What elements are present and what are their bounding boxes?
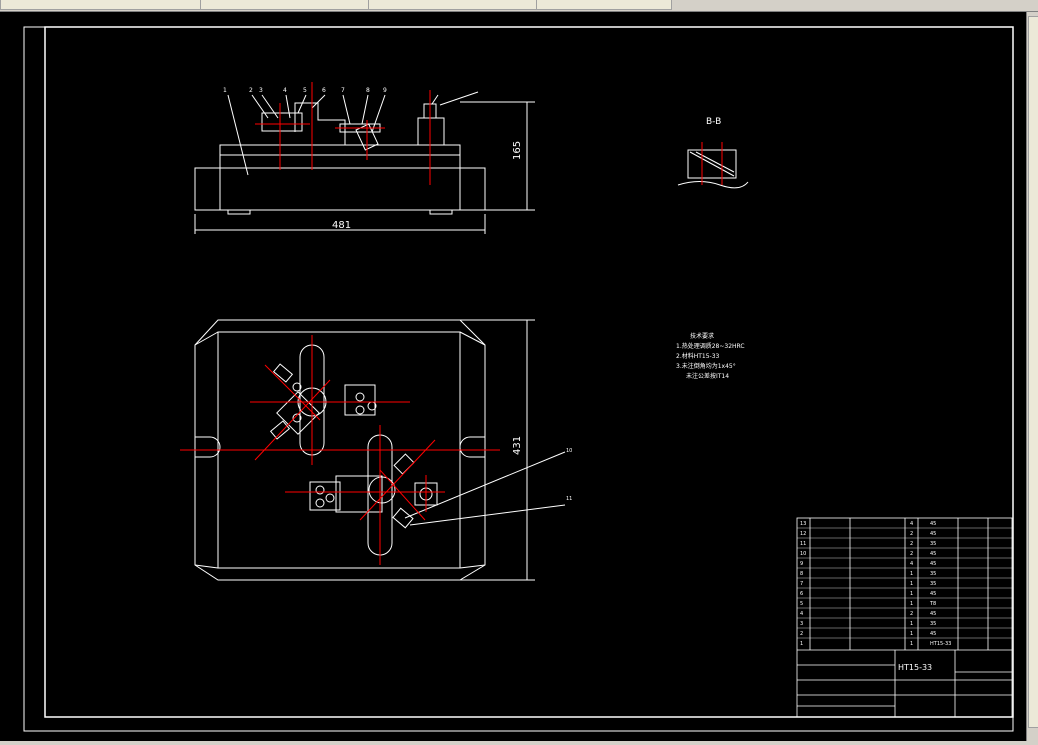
svg-text:1: 1 [910, 581, 913, 587]
svg-text:6: 6 [800, 591, 803, 597]
tab-1[interactable] [0, 0, 206, 10]
svg-text:HT15-33: HT15-33 [930, 641, 951, 647]
svg-text:3.未注倒角均为1x45°: 3.未注倒角均为1x45° [676, 362, 736, 370]
svg-text:1: 1 [910, 631, 913, 637]
tab-3[interactable] [368, 0, 544, 10]
document-tab-bar [0, 0, 1038, 12]
svg-text:45: 45 [930, 631, 936, 637]
svg-text:10: 10 [800, 551, 806, 557]
title-material: HT15-33 [898, 663, 932, 672]
svg-text:6: 6 [322, 87, 326, 94]
svg-text:4: 4 [910, 561, 913, 567]
svg-text:2: 2 [249, 87, 253, 94]
svg-text:T8: T8 [929, 601, 936, 607]
title-block-rows [797, 527, 1012, 639]
svg-text:7: 7 [341, 87, 345, 94]
svg-text:4: 4 [910, 521, 913, 527]
svg-text:1: 1 [910, 591, 913, 597]
svg-text:9: 9 [383, 87, 387, 94]
svg-text:45: 45 [930, 531, 936, 537]
svg-text:未注公差按IT14: 未注公差按IT14 [686, 372, 729, 380]
vertical-scrollbar[interactable] [1026, 12, 1038, 741]
svg-text:8: 8 [366, 87, 370, 94]
svg-text:1: 1 [910, 571, 913, 577]
svg-text:2: 2 [910, 551, 913, 557]
svg-text:13: 13 [800, 521, 806, 527]
svg-text:8: 8 [800, 571, 803, 577]
svg-text:1: 1 [910, 621, 913, 627]
svg-text:11: 11 [566, 496, 572, 502]
drawing-frame [44, 26, 1014, 718]
leader-labels: 10 11 [566, 448, 572, 502]
tab-2[interactable] [200, 0, 376, 10]
section-label: B-B [706, 117, 721, 127]
part-number-labels: 1 2 3 4 5 6 7 8 9 [223, 87, 387, 94]
dim-width-front: 481 [332, 220, 351, 231]
svg-text:35: 35 [930, 581, 936, 587]
svg-text:3: 3 [259, 87, 263, 94]
dim-height: 165 [512, 141, 523, 160]
svg-text:45: 45 [930, 591, 936, 597]
plan-center-lines [180, 335, 500, 565]
svg-text:2: 2 [800, 631, 803, 637]
svg-text:4: 4 [800, 611, 803, 617]
tab-4[interactable] [536, 0, 672, 10]
svg-text:4: 4 [283, 87, 287, 94]
svg-text:3: 3 [800, 621, 803, 627]
svg-text:35: 35 [930, 541, 936, 547]
svg-text:2: 2 [910, 531, 913, 537]
svg-text:45: 45 [930, 551, 936, 557]
svg-text:1: 1 [910, 601, 913, 607]
dim-height-plan: 431 [512, 436, 523, 455]
front-view [194, 91, 535, 234]
svg-text:1: 1 [800, 641, 803, 647]
svg-text:5: 5 [303, 87, 307, 94]
svg-text:1: 1 [223, 87, 227, 94]
section-view [677, 149, 749, 189]
cad-drawing: 165 481 1 2 3 4 5 6 7 8 9 B-B 技术要求 1.热处理… [23, 26, 1014, 732]
front-center-lines [255, 82, 431, 185]
svg-text:技术要求: 技术要求 [690, 332, 714, 340]
svg-text:11: 11 [800, 541, 806, 547]
svg-text:35: 35 [930, 621, 936, 627]
svg-text:9: 9 [800, 561, 803, 567]
svg-text:2: 2 [910, 541, 913, 547]
svg-text:35: 35 [930, 571, 936, 577]
technical-notes: 技术要求 1.热处理调质28~32HRC 2.材料HT15-33 3.未注倒角均… [676, 332, 745, 380]
svg-text:2.材料HT15-33: 2.材料HT15-33 [676, 352, 720, 360]
svg-text:5: 5 [800, 601, 803, 607]
svg-text:1: 1 [910, 641, 913, 647]
svg-text:12: 12 [800, 531, 806, 537]
svg-text:7: 7 [800, 581, 803, 587]
svg-text:1.热处理调质28~32HRC: 1.热处理调质28~32HRC [676, 342, 745, 350]
svg-text:45: 45 [930, 611, 936, 617]
svg-text:10: 10 [566, 448, 572, 454]
drawing-canvas[interactable]: 165 481 1 2 3 4 5 6 7 8 9 B-B 技术要求 1.热处理… [0, 12, 1038, 741]
svg-text:2: 2 [910, 611, 913, 617]
scrollbar-thumb[interactable] [1028, 16, 1038, 728]
svg-text:45: 45 [930, 521, 936, 527]
outer-border [23, 26, 1014, 732]
svg-text:45: 45 [930, 561, 936, 567]
